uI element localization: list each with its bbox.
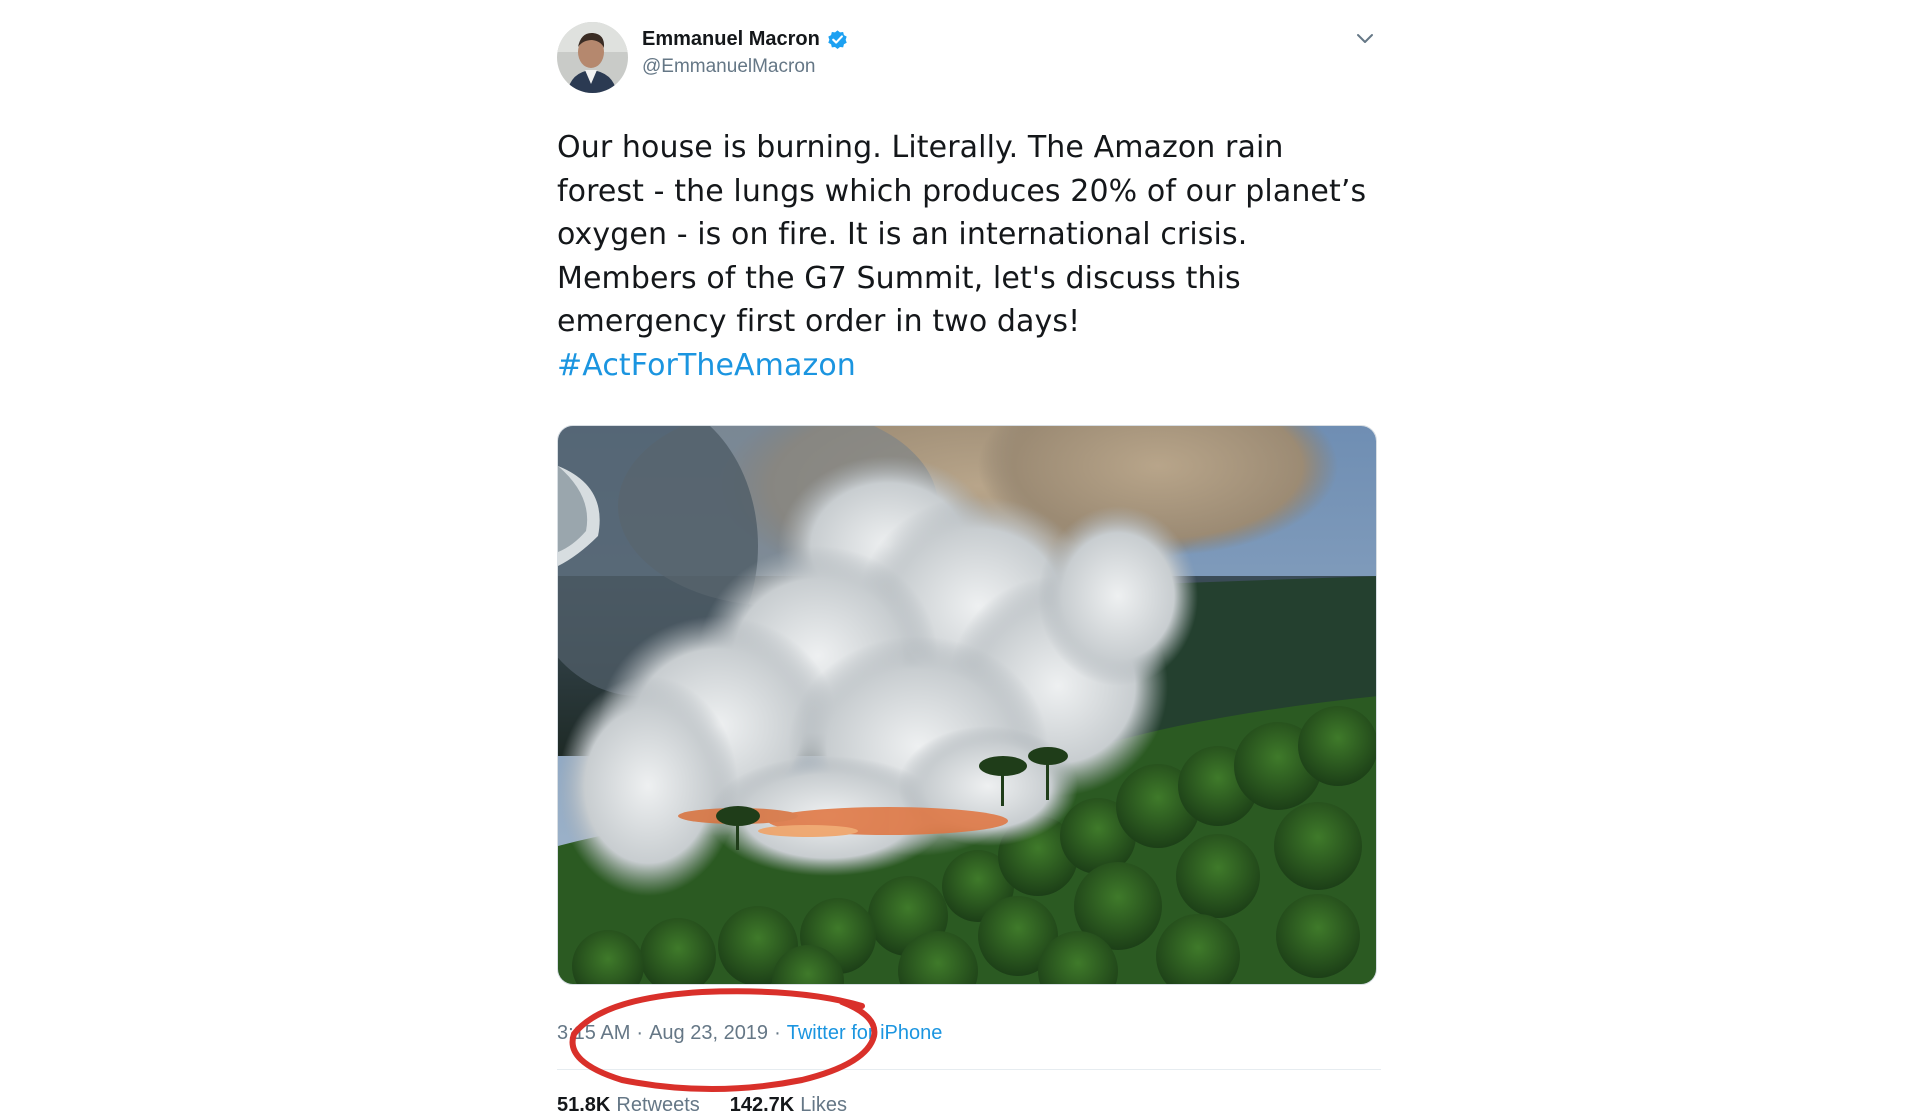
author-handle[interactable]: @EmmanuelMacron [642,56,849,78]
retweets-stat[interactable]: 51.8K Retweets [557,1094,700,1117]
tweet-meta: 3:15 AM · Aug 23, 2019 · Twitter for iPhone [557,988,1377,1092]
divider [557,1069,1381,1070]
verified-badge-icon [826,28,849,51]
tweet-source-link[interactable]: Twitter for iPhone [787,1022,943,1044]
tweet-card: Emmanuel Macron @EmmanuelMacron Our hous… [557,22,1381,1117]
likes-label: Likes [800,1094,847,1116]
retweets-label: Retweets [616,1094,700,1116]
tweet-body: Our house is burning. Literally. The Ama… [557,130,1367,339]
tweet-photo[interactable] [557,425,1377,985]
tweet-header: Emmanuel Macron @EmmanuelMacron [557,22,1377,102]
tweet-text: Our house is burning. Literally. The Ama… [557,126,1377,387]
chevron-down-icon[interactable] [1353,26,1377,50]
likes-count: 142.7K [729,1094,795,1116]
retweets-count: 51.8K [557,1094,611,1116]
red-circle-annotation [569,988,878,1092]
meta-separator: · [636,1022,644,1044]
hashtag-link[interactable]: #ActForTheAmazon [557,348,856,383]
meta-separator: · [774,1022,781,1044]
tweet-date[interactable]: Aug 23, 2019 [649,1022,768,1044]
author-name[interactable]: Emmanuel Macron [642,28,820,51]
tweet-stats: 51.8K Retweets 142.7K Likes [557,1094,1377,1117]
author-block[interactable]: Emmanuel Macron @EmmanuelMacron [642,28,849,78]
likes-stat[interactable]: 142.7K Likes [730,1094,847,1117]
avatar[interactable] [557,22,628,93]
tweet-time[interactable]: 3:15 AM [557,1022,630,1044]
